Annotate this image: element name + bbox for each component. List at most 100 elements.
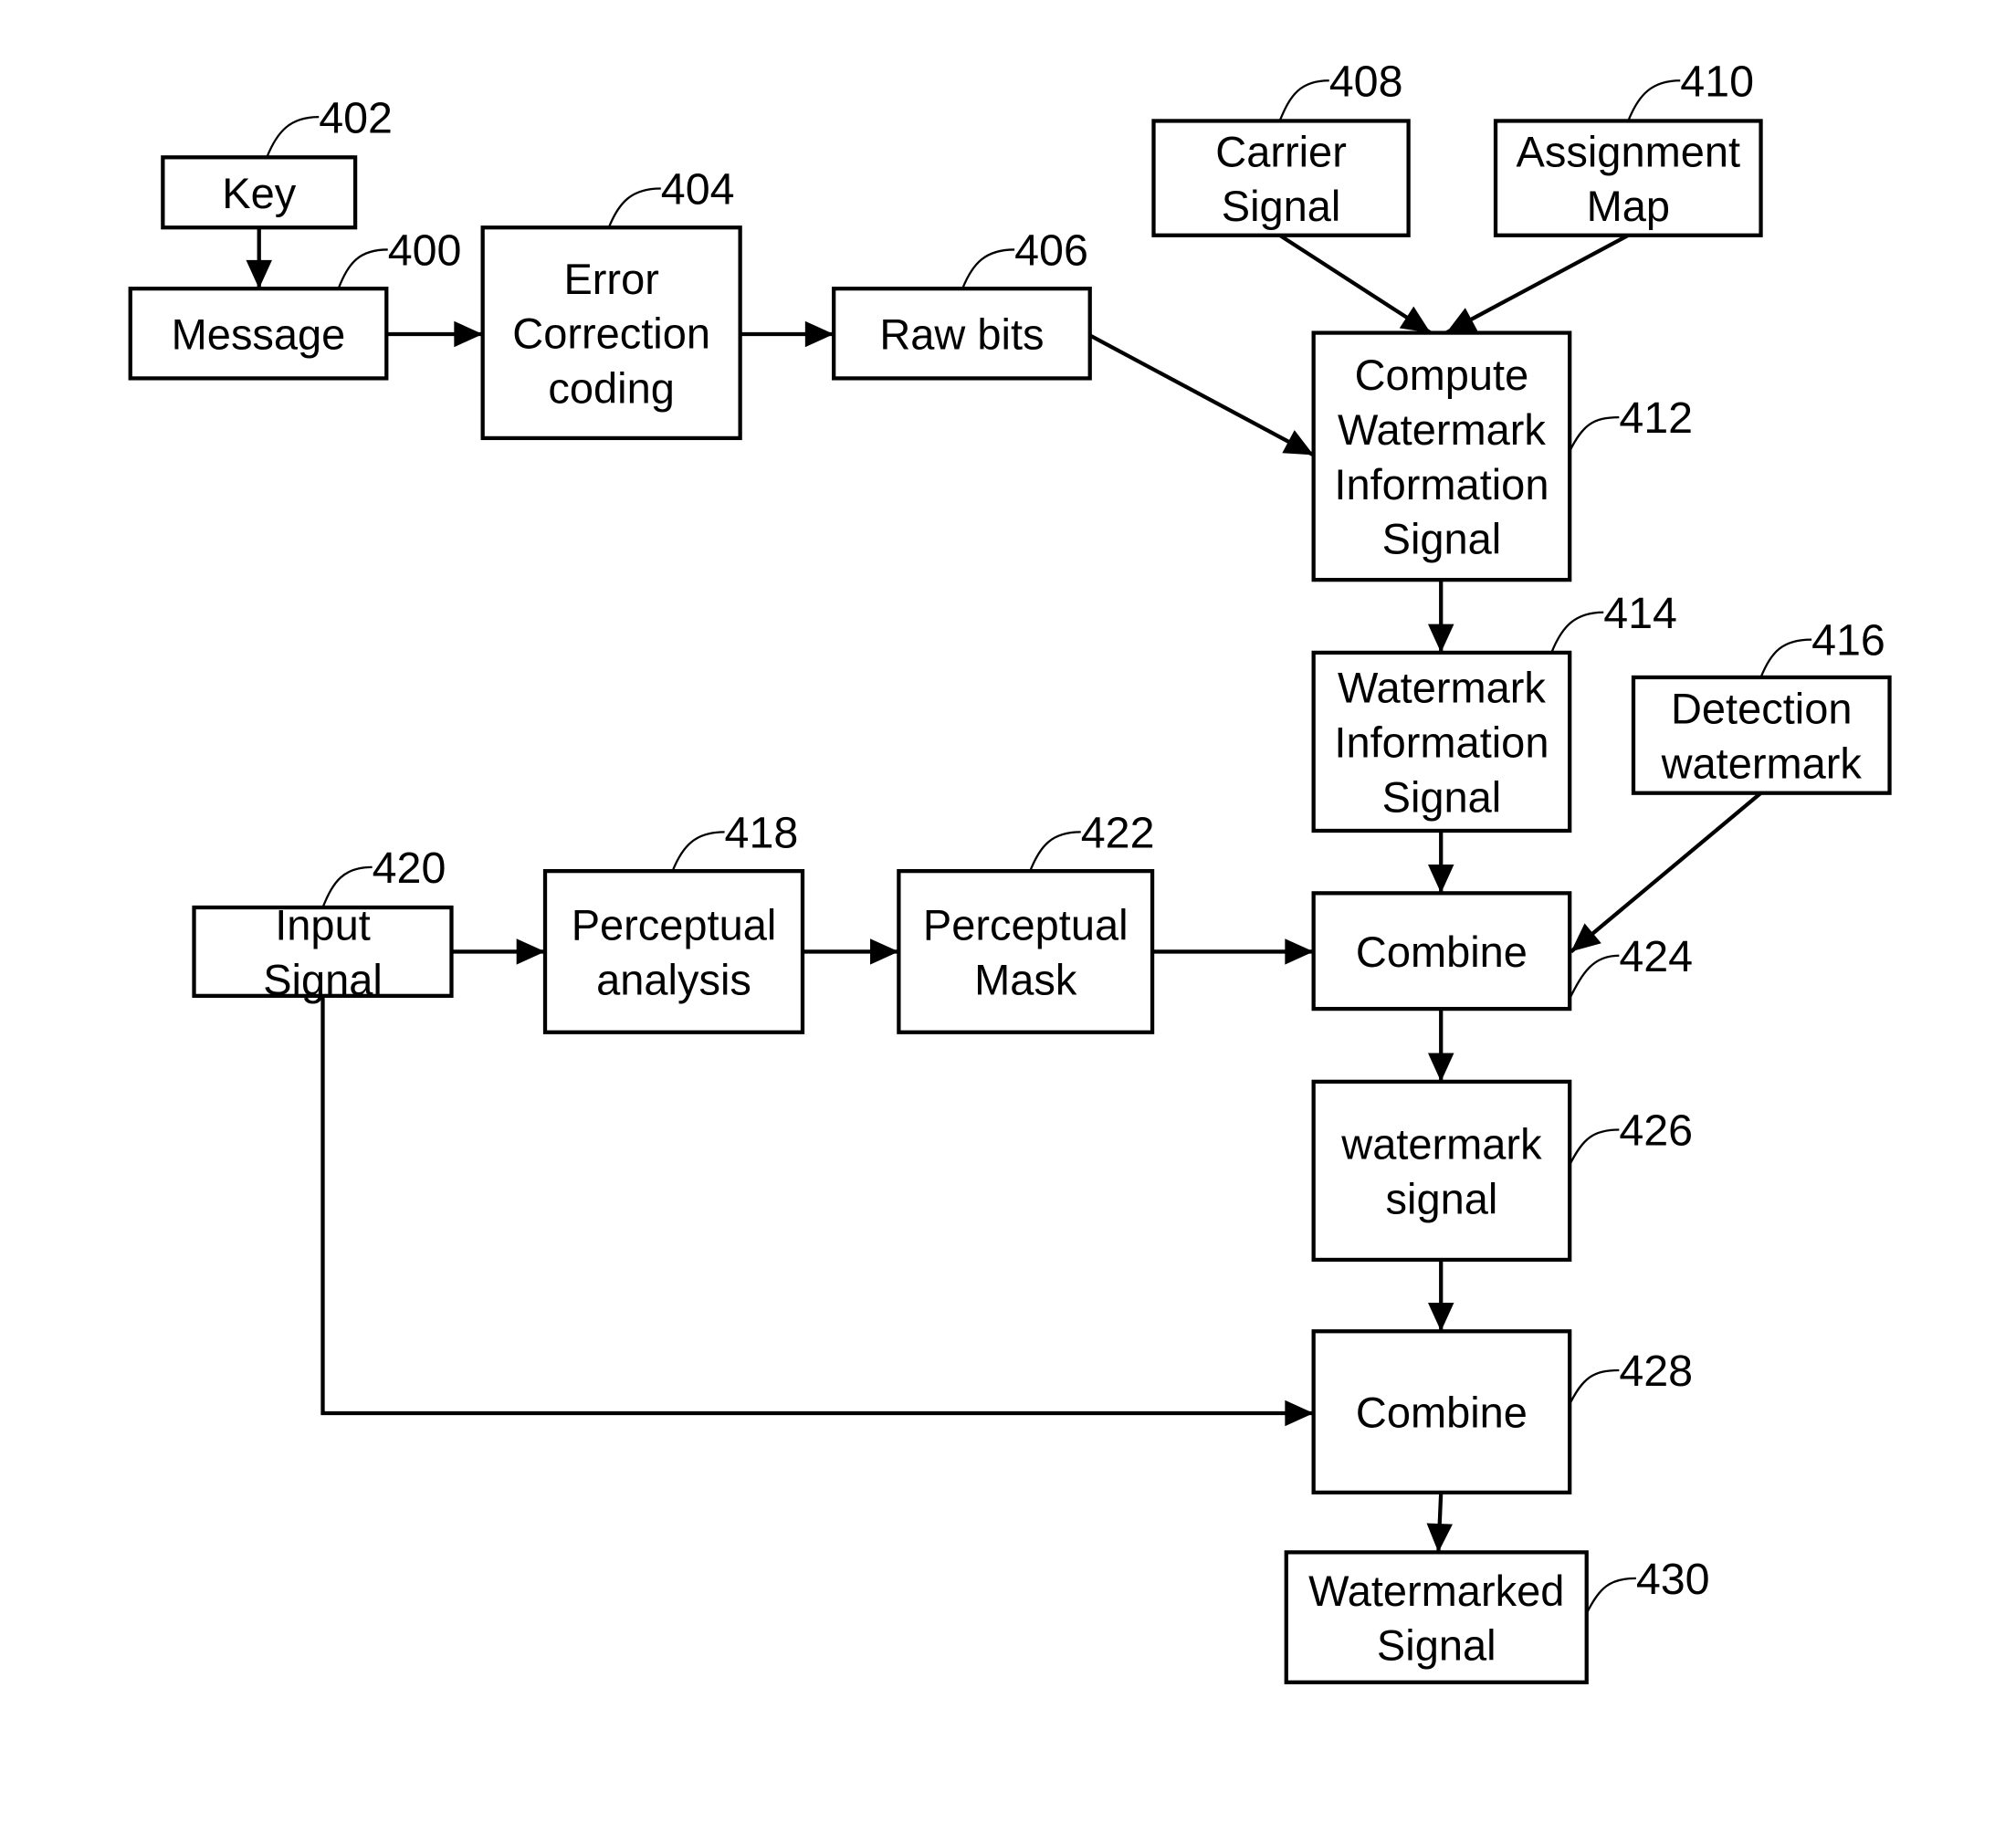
node-label-line: Detection [1671, 685, 1853, 733]
ref-leader-line [1759, 638, 1812, 678]
node-label-line: Combine [1356, 928, 1528, 976]
node-label-line: Raw bits [879, 309, 1044, 358]
arrow-input-to-combine2 [320, 995, 1314, 1427]
node-message: Message [128, 287, 389, 381]
connector-line [320, 995, 1314, 1416]
node-label-line: Key [222, 169, 296, 217]
connector-line [1444, 233, 1630, 335]
node-label-line: coding [548, 363, 674, 412]
node-label-line: signal [1386, 1174, 1498, 1222]
arrow-combine1-to-wm-signal [1427, 1009, 1454, 1082]
node-label-line: Watermark [1338, 405, 1546, 454]
arrowhead-icon [870, 938, 899, 965]
ref-numeral-404: 404 [661, 165, 735, 215]
ref-numeral-418: 418 [725, 809, 799, 858]
arrow-message-to-ecc [386, 320, 483, 348]
arrowhead-icon [1427, 1053, 1454, 1082]
arrow-key-to-message [246, 227, 272, 289]
node-label-line: Watermark [1338, 664, 1546, 712]
arrowhead-icon [1426, 1523, 1453, 1553]
ref-leader-line [1569, 1128, 1620, 1166]
ref-leader-line [1029, 831, 1081, 872]
ref-numeral-414: 414 [1603, 589, 1677, 638]
node-label-line: Watermarked [1308, 1567, 1564, 1615]
ref-numeral-408: 408 [1329, 57, 1403, 106]
arrowhead-icon [1427, 865, 1454, 894]
node-combine1: Combine [1311, 891, 1572, 1012]
node-perc-analysis: Perceptual analysis [542, 869, 805, 1034]
ref-numeral-406: 406 [1014, 226, 1088, 276]
node-label-line: Signal [263, 955, 383, 1003]
node-label-line: Combine [1356, 1389, 1528, 1437]
node-label-line: Mask [974, 955, 1077, 1003]
node-wm-signal: watermark signal [1311, 1079, 1572, 1263]
connector-line [1570, 791, 1762, 954]
node-wm-info: Watermark Information Signal [1311, 650, 1572, 833]
node-label-line: Perceptual [923, 901, 1129, 949]
node-label-line: Carrier [1215, 127, 1347, 175]
arrowhead-icon [1570, 923, 1601, 952]
connector-line [1088, 333, 1315, 457]
arrow-raw-bits-to-compute [1088, 333, 1315, 457]
ref-leader-line [1627, 79, 1681, 121]
node-label-line: Signal [1377, 1621, 1496, 1670]
node-label-line: watermark [1340, 1120, 1542, 1169]
node-perc-mask: Perceptual Mask [897, 869, 1155, 1034]
node-label-line: Information [1334, 460, 1549, 508]
arrow-input-to-perc-analysis [451, 938, 546, 965]
node-ecc: Error Correction coding [480, 225, 742, 441]
ref-numeral-400: 400 [388, 226, 462, 276]
node-label-line: Perceptual [572, 901, 777, 949]
node-label-line: Signal [1222, 182, 1341, 230]
node-raw-bits: Raw bits [832, 287, 1092, 381]
node-label-line: watermark [1661, 739, 1863, 787]
ref-numeral-428: 428 [1619, 1347, 1693, 1396]
ref-leader-line [337, 248, 388, 289]
ref-numeral-416: 416 [1811, 616, 1885, 666]
ref-leader-line [1569, 415, 1620, 452]
node-label-line: Error [563, 255, 658, 303]
node-label-line: Signal [1382, 772, 1502, 821]
ref-leader-line [1550, 611, 1604, 654]
ref-leader-line [1585, 1577, 1636, 1614]
arrow-perc-analysis-to-perc-mask [802, 938, 899, 965]
ref-numeral-426: 426 [1619, 1106, 1693, 1156]
arrowhead-icon [804, 320, 835, 348]
arrow-carrier-to-compute [1278, 233, 1432, 335]
ref-leader-line [266, 116, 320, 158]
arrow-assign-map-to-compute [1444, 233, 1630, 335]
node-compute: Compute Watermark Information Signal [1311, 330, 1572, 582]
ref-leader-line [1569, 954, 1620, 1000]
arrowhead-icon [454, 320, 483, 348]
arrow-detection-to-combine1 [1570, 791, 1762, 954]
arrowhead-icon [1427, 624, 1454, 653]
ref-leader-line [607, 187, 661, 228]
ref-numeral-422: 422 [1081, 809, 1155, 858]
arrow-perc-mask-to-combine1 [1152, 938, 1314, 965]
arrowhead-icon [516, 938, 546, 965]
arrow-wm-info-to-combine1 [1427, 830, 1454, 894]
node-label-line: Compute [1355, 351, 1529, 399]
node-box [897, 869, 1155, 1034]
node-key: Key [161, 155, 358, 230]
node-label-line: analysis [596, 955, 751, 1003]
node-label-line: Information [1334, 718, 1549, 767]
node-label-line: Correction [512, 309, 710, 358]
node-label-line: Map [1587, 182, 1670, 230]
arrow-combine2-to-watermarked [1426, 1492, 1453, 1553]
node-layer: Key Message Error Correction coding Raw bits C… [128, 119, 1892, 1684]
node-input: Input Signal [192, 901, 454, 1003]
node-combine2: Combine [1311, 1329, 1572, 1494]
node-watermarked: Watermarked Signal [1284, 1550, 1589, 1684]
node-label-line: Message [172, 309, 346, 358]
ref-numeral-412: 412 [1619, 393, 1693, 443]
arrowhead-icon [246, 259, 272, 289]
arrow-wm-signal-to-combine2 [1427, 1259, 1454, 1332]
arrow-ecc-to-raw-bits [740, 320, 835, 348]
ref-leader-line [1569, 1368, 1620, 1405]
node-label-line: Input [275, 901, 370, 949]
arrowhead-icon [1285, 938, 1314, 965]
ref-leader-line [671, 831, 725, 872]
ref-leader-line [961, 248, 1015, 289]
node-carrier: Carrier Signal [1151, 119, 1411, 237]
